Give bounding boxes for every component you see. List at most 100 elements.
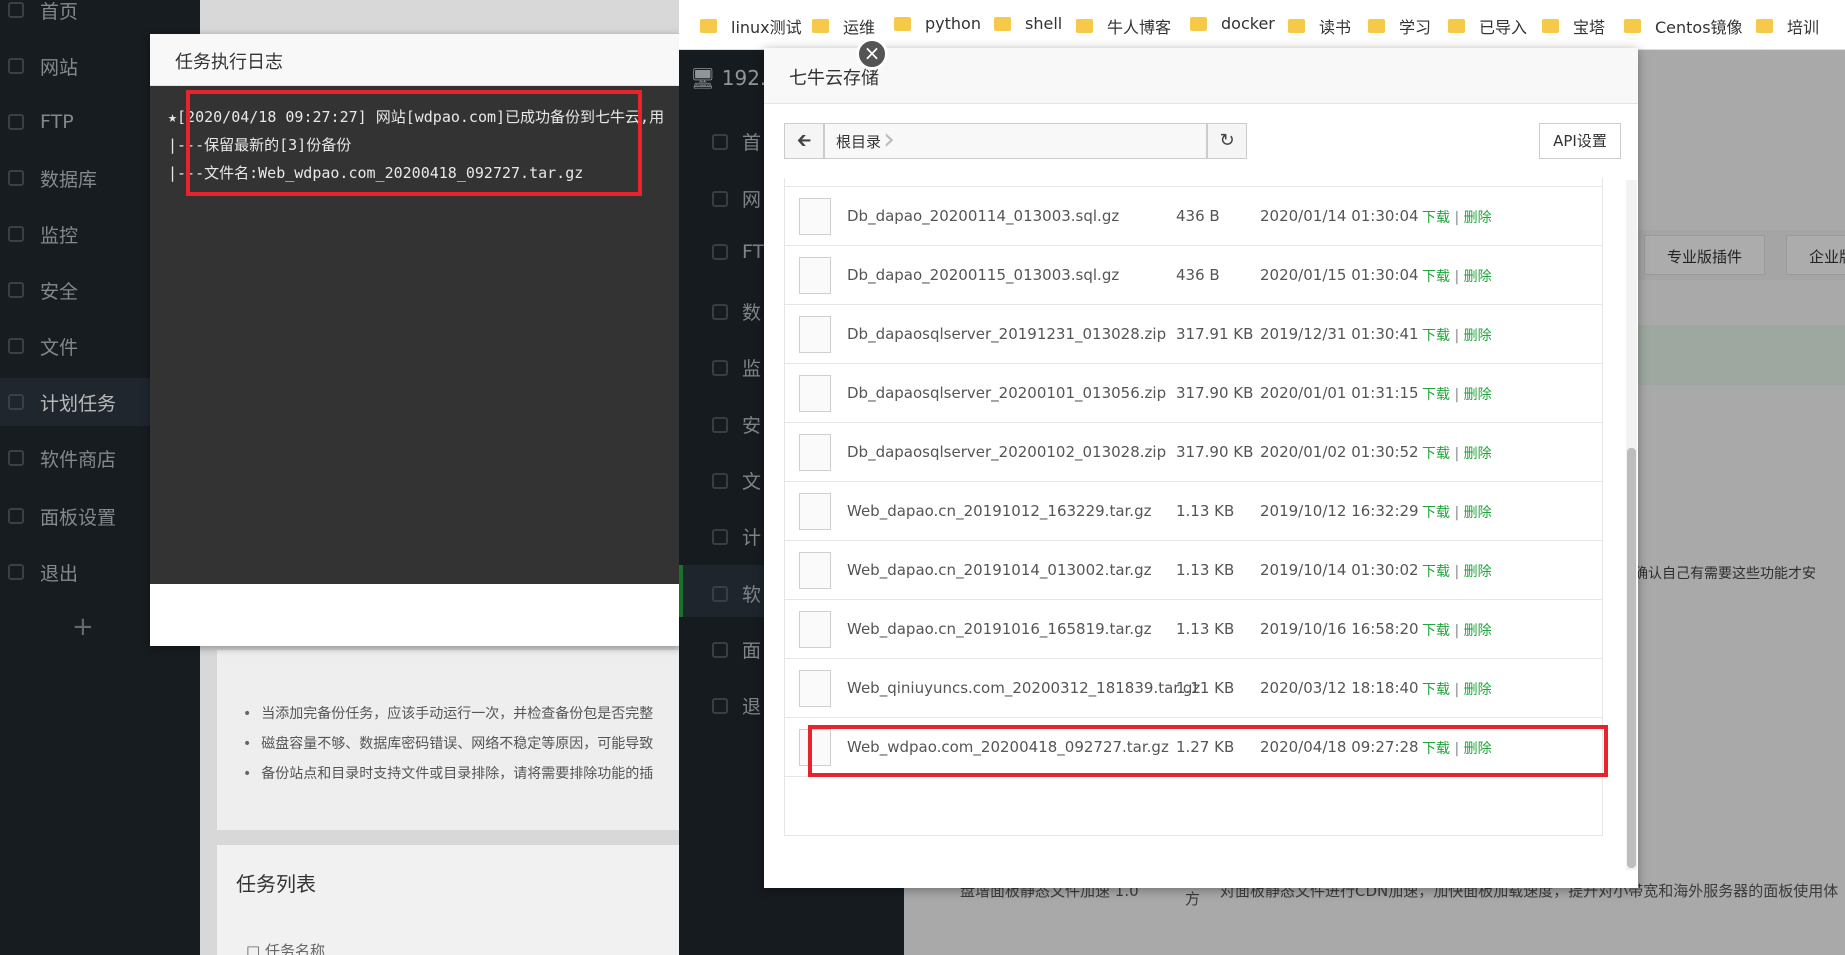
delete-link[interactable]: 删除 xyxy=(1464,269,1492,285)
table-row xyxy=(785,178,1602,187)
file-time: 2020/01/15 01:30:04 xyxy=(1260,266,1419,284)
file-name: Web_qiniuyuncs.com_20200312_181839.tar.g… xyxy=(847,679,1201,697)
task-list-header: □ 任务名称 xyxy=(246,942,325,955)
delete-link[interactable]: 删除 xyxy=(1464,387,1492,403)
delete-link[interactable]: 删除 xyxy=(1464,682,1492,698)
file-actions: 下载 | 删除 xyxy=(1422,682,1492,698)
bookmark[interactable]: 培训 xyxy=(1756,14,1819,38)
path-breadcrumb xyxy=(824,123,1207,159)
file-icon xyxy=(799,611,831,648)
file-actions: 下载 | 删除 xyxy=(1422,269,1492,285)
file-icon xyxy=(799,552,831,589)
file-size: 1.13 KB xyxy=(1176,561,1235,579)
folder-icon xyxy=(1190,16,1207,31)
bookmark[interactable]: python xyxy=(894,14,981,33)
chevron-right-icon: › xyxy=(883,122,895,157)
table-row[interactable]: Db_dapao_20200114_013003.sql.gz 436 B 20… xyxy=(785,187,1602,246)
api-settings-button[interactable]: API设置 xyxy=(1539,123,1621,159)
file-name: Db_dapao_20200115_013003.sql.gz xyxy=(847,266,1120,284)
file-icon xyxy=(799,316,831,353)
download-link[interactable]: 下载 xyxy=(1422,387,1450,403)
tip-item: 当添加完备份任务，应该手动运行一次，并检查备份包是否完整 xyxy=(243,703,678,723)
table-row[interactable]: Db_dapaosqlserver_20200102_013028.zip 31… xyxy=(785,423,1602,482)
breadcrumb-root[interactable]: 根目录 xyxy=(836,131,881,152)
delete-link[interactable]: 删除 xyxy=(1464,446,1492,462)
delete-link[interactable]: 删除 xyxy=(1464,210,1492,226)
download-link[interactable]: 下载 xyxy=(1422,564,1450,580)
table-row[interactable]: Db_dapao_20200115_013003.sql.gz 436 B 20… xyxy=(785,246,1602,305)
table-row[interactable]: Web_dapao.cn_20191012_163229.tar.gz 1.13… xyxy=(785,482,1602,541)
file-icon xyxy=(799,670,831,707)
file-actions: 下载 | 删除 xyxy=(1422,564,1492,580)
folder-icon xyxy=(1542,19,1559,33)
table-row[interactable]: Web_dapao.cn_20191016_165819.tar.gz 1.13… xyxy=(785,600,1602,659)
file-name: Db_dapao_20200114_013003.sql.gz xyxy=(847,207,1120,225)
folder-icon xyxy=(700,19,717,33)
download-link[interactable]: 下载 xyxy=(1422,328,1450,344)
file-icon xyxy=(799,198,831,235)
file-name: Web_dapao.cn_20191014_013002.tar.gz xyxy=(847,561,1152,579)
file-icon xyxy=(799,434,831,471)
task-list-title: 任务列表 xyxy=(236,872,316,896)
file-actions: 下载 | 删除 xyxy=(1422,623,1492,639)
file-size: 1.11 KB xyxy=(1176,679,1235,697)
file-name: Web_dapao.cn_20191016_165819.tar.gz xyxy=(847,620,1152,638)
bookmark[interactable]: 已导入 xyxy=(1448,14,1527,38)
folder-icon xyxy=(1076,19,1093,33)
bookmark[interactable]: 学习 xyxy=(1368,14,1431,38)
file-name: Db_dapaosqlserver_20191231_013028.zip xyxy=(847,325,1167,343)
download-link[interactable]: 下载 xyxy=(1422,446,1450,462)
file-time: 2020/03/12 18:18:40 xyxy=(1260,679,1419,697)
file-time: 2019/12/31 01:30:41 xyxy=(1260,325,1419,343)
task-list-card xyxy=(217,845,680,955)
file-size: 436 B xyxy=(1176,207,1220,225)
file-actions: 下载 | 删除 xyxy=(1422,387,1492,403)
scrollbar-thumb[interactable] xyxy=(1627,448,1636,868)
file-actions: 下载 | 删除 xyxy=(1422,446,1492,462)
bookmark[interactable]: 牛人博客 xyxy=(1076,14,1171,38)
bookmark[interactable]: 读书 xyxy=(1288,14,1351,38)
close-icon[interactable]: × xyxy=(856,38,888,70)
folder-icon xyxy=(1756,19,1773,33)
folder-icon xyxy=(1288,19,1305,33)
download-link[interactable]: 下载 xyxy=(1422,623,1450,639)
delete-link[interactable]: 删除 xyxy=(1464,564,1492,580)
bookmark[interactable]: shell xyxy=(994,14,1062,33)
table-row[interactable]: Db_dapaosqlserver_20191231_013028.zip 31… xyxy=(785,305,1602,364)
file-name: Db_dapaosqlserver_20200102_013028.zip xyxy=(847,443,1167,461)
file-time: 2019/10/16 16:58:20 xyxy=(1260,620,1419,638)
folder-icon xyxy=(1368,19,1385,33)
file-name: Web_dapao.cn_20191012_163229.tar.gz xyxy=(847,502,1152,520)
bookmark[interactable]: Centos镜像 xyxy=(1624,14,1743,38)
download-link[interactable]: 下载 xyxy=(1422,682,1450,698)
bookmark[interactable]: 宝塔 xyxy=(1542,14,1605,38)
back-arrow-icon[interactable]: 🡰 xyxy=(784,123,824,159)
file-icon xyxy=(799,257,831,294)
refresh-icon[interactable]: ↻ xyxy=(1207,123,1247,159)
bookmark[interactable]: docker xyxy=(1190,14,1275,33)
file-size: 1.13 KB xyxy=(1176,620,1235,638)
file-size: 317.90 KB xyxy=(1176,384,1254,402)
download-link[interactable]: 下载 xyxy=(1422,269,1450,285)
highlight-box xyxy=(808,725,1608,777)
file-icon xyxy=(799,375,831,412)
file-time: 2020/01/01 01:31:15 xyxy=(1260,384,1419,402)
file-time: 2019/10/12 16:32:29 xyxy=(1260,502,1419,520)
file-actions: 下载 | 删除 xyxy=(1422,328,1492,344)
tip-item: 磁盘容量不够、数据库密码错误、网络不稳定等原因，可能导致 xyxy=(243,733,678,753)
bookmark[interactable]: 运维 xyxy=(812,14,875,38)
table-row[interactable]: Db_dapaosqlserver_20200101_013056.zip 31… xyxy=(785,364,1602,423)
tip-item: 备份站点和目录时支持文件或目录排除，请将需要排除功能的插 xyxy=(243,763,678,783)
delete-link[interactable]: 删除 xyxy=(1464,623,1492,639)
folder-icon xyxy=(1624,19,1641,33)
file-size: 317.90 KB xyxy=(1176,443,1254,461)
download-link[interactable]: 下载 xyxy=(1422,210,1450,226)
table-row[interactable]: Web_dapao.cn_20191014_013002.tar.gz 1.13… xyxy=(785,541,1602,600)
delete-link[interactable]: 删除 xyxy=(1464,505,1492,521)
delete-link[interactable]: 删除 xyxy=(1464,328,1492,344)
download-link[interactable]: 下载 xyxy=(1422,505,1450,521)
bookmark[interactable]: linux测试 xyxy=(700,14,802,38)
table-row[interactable]: Web_qiniuyuncs.com_20200312_181839.tar.g… xyxy=(785,659,1602,718)
file-actions: 下载 | 删除 xyxy=(1422,210,1492,226)
file-time: 2019/10/14 01:30:02 xyxy=(1260,561,1419,579)
